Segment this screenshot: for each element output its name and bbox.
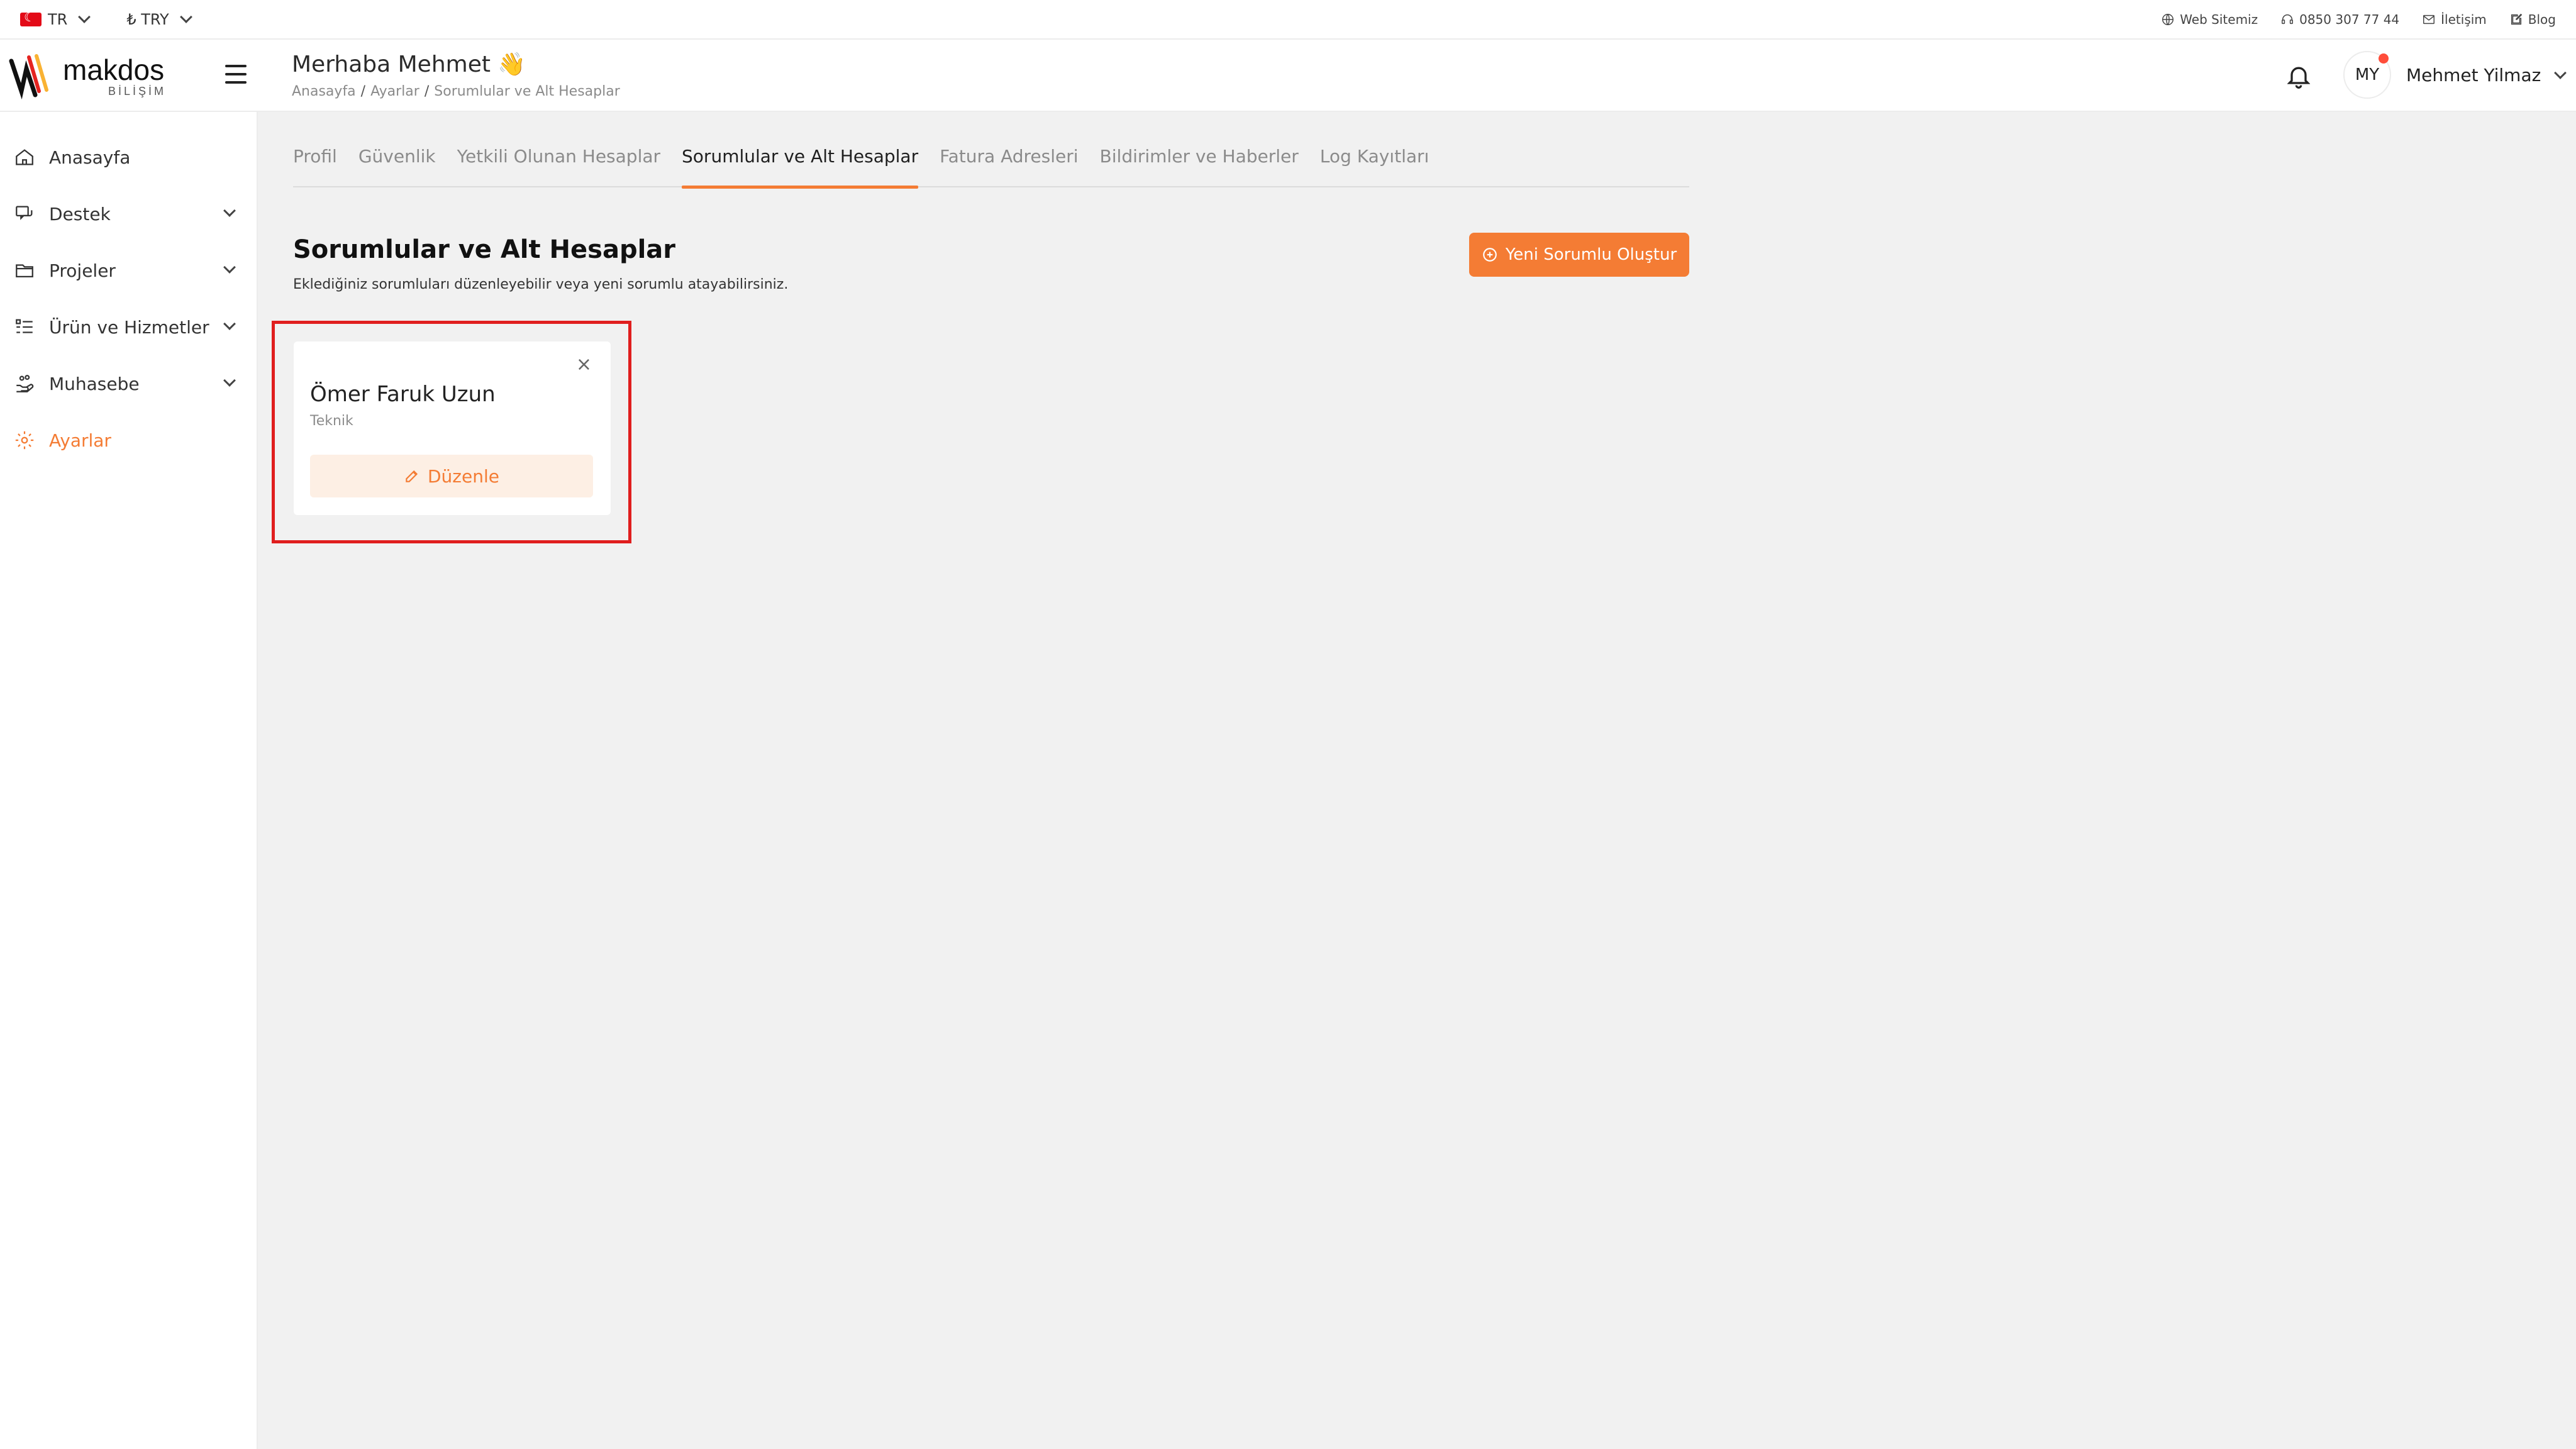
- plus-circle-icon: [1482, 248, 1497, 262]
- phone-link[interactable]: 0850 307 77 44: [2280, 12, 2399, 27]
- tab-log-records[interactable]: Log Kayıtları: [1320, 140, 1430, 187]
- new-responsible-label: Yeni Sorumlu Oluştur: [1505, 245, 1677, 264]
- sidebar-item-label: Ürün ve Hizmetler: [49, 316, 209, 338]
- phone-link-label: 0850 307 77 44: [2299, 11, 2400, 27]
- pencil-icon: [406, 470, 418, 482]
- header: makdos BİLİŞİM Merhaba Mehmet 👋 Anasayfa…: [0, 40, 2576, 112]
- user-menu[interactable]: Mehmet Yilmaz: [2406, 65, 2567, 86]
- sidebar-item-label: Muhasebe: [49, 373, 140, 394]
- menu-toggle-icon[interactable]: [225, 65, 247, 84]
- edit-button[interactable]: Düzenle: [310, 455, 593, 497]
- makdos-logo[interactable]: makdos BİLİŞİM: [8, 50, 190, 100]
- headset-icon: [2282, 14, 2294, 24]
- sidebar-item-home[interactable]: Anasayfa: [14, 143, 234, 171]
- breadcrumb-home[interactable]: Anasayfa: [292, 84, 356, 99]
- logo-brand-text: makdos: [63, 53, 164, 86]
- new-responsible-button[interactable]: Yeni Sorumlu Oluştur: [1469, 233, 1689, 277]
- sidebar-item-label: Destek: [49, 203, 111, 225]
- logo-sub-text: BİLİŞİM: [108, 85, 166, 97]
- home-icon: [16, 149, 33, 165]
- page-description: Eklediğiniz sorumluları düzenleyebilir v…: [293, 277, 789, 292]
- tab-authorized-accounts[interactable]: Yetkili Olunan Hesaplar: [457, 140, 660, 187]
- gear-icon: [15, 431, 34, 450]
- notification-dot: [2379, 53, 2389, 64]
- user-name: Mehmet Yilmaz: [2406, 65, 2541, 86]
- hand-coins-icon: [16, 375, 34, 392]
- chevron-down-icon: [223, 204, 236, 217]
- locale-selectors: TR ₺ TRY: [20, 9, 192, 28]
- globe-icon: [2162, 13, 2174, 25]
- tab-responsibles[interactable]: Sorumlular ve Alt Hesaplar: [682, 140, 919, 189]
- chat-icon: [16, 206, 33, 220]
- chevron-down-icon: [223, 374, 236, 387]
- chevron-down-icon: [223, 318, 236, 330]
- folder-icon: [16, 264, 33, 278]
- edit-button-label: Düzenle: [428, 465, 499, 487]
- sidebar-item-label: Anasayfa: [49, 147, 131, 168]
- turkey-flag-icon: [20, 9, 42, 26]
- language-select[interactable]: TR: [20, 9, 91, 28]
- blog-link[interactable]: Blog: [2509, 12, 2556, 27]
- sidebar-item-projects[interactable]: Projeler: [14, 257, 236, 284]
- page-title: Sorumlular ve Alt Hesaplar: [293, 235, 676, 264]
- responsible-role: Teknik: [310, 413, 353, 429]
- responsible-name: Ömer Faruk Uzun: [310, 382, 496, 407]
- tab-profile[interactable]: Profil: [293, 140, 337, 187]
- sidebar-item-label: Projeler: [49, 260, 116, 281]
- close-icon[interactable]: ×: [576, 355, 592, 374]
- currency-select[interactable]: ₺ TRY: [126, 10, 192, 28]
- chevron-down-icon: [2554, 66, 2567, 79]
- sidebar-item-label: Ayarlar: [49, 430, 111, 451]
- breadcrumb-current: Sorumlular ve Alt Hesaplar: [434, 84, 620, 99]
- tab-billing-addresses[interactable]: Fatura Adresleri: [940, 140, 1078, 187]
- chevron-down-icon: [223, 261, 236, 274]
- language-label: TR: [48, 10, 68, 28]
- responsible-card: × Ömer Faruk Uzun Teknik Düzenle: [294, 341, 611, 515]
- blog-link-label: Blog: [2528, 11, 2556, 27]
- top-links: Web Sitemiz 0850 307 77 44 İletişim Blog: [2161, 12, 2556, 27]
- sidebar-item-products[interactable]: Ürün ve Hizmetler: [14, 313, 236, 341]
- sidebar-item-settings[interactable]: Ayarlar: [14, 426, 234, 454]
- list-icon: [16, 319, 33, 333]
- edit-note-icon: [2511, 13, 2523, 25]
- sidebar: Anasayfa Destek Projeler Ürün ve Hizmetl…: [0, 112, 258, 1449]
- tab-security[interactable]: Güvenlik: [358, 140, 436, 187]
- contact-link-label: İletişim: [2441, 11, 2487, 27]
- chevron-down-icon: [78, 10, 91, 23]
- chevron-down-icon: [179, 10, 192, 23]
- website-link-label: Web Sitemiz: [2180, 11, 2258, 27]
- website-link[interactable]: Web Sitemiz: [2161, 12, 2258, 27]
- settings-tabs: Profil Güvenlik Yetkili Olunan Hesaplar …: [293, 140, 1689, 189]
- greeting-title: Merhaba Mehmet 👋: [292, 52, 526, 77]
- notification-bell-icon[interactable]: [2285, 62, 2312, 90]
- sidebar-item-accounting[interactable]: Muhasebe: [14, 370, 236, 397]
- breadcrumb: Anasayfa / Ayarlar / Sorumlular ve Alt H…: [292, 84, 620, 99]
- mail-icon: [2423, 14, 2435, 24]
- breadcrumb-settings[interactable]: Ayarlar: [370, 84, 419, 99]
- top-utility-bar: TR ₺ TRY Web Sitemiz 0850 307 77 44 İlet…: [0, 0, 2576, 40]
- currency-label: ₺ TRY: [126, 10, 169, 28]
- sidebar-item-support[interactable]: Destek: [14, 200, 236, 228]
- contact-link[interactable]: İletişim: [2422, 12, 2487, 27]
- tab-notifications[interactable]: Bildirimler ve Haberler: [1100, 140, 1299, 187]
